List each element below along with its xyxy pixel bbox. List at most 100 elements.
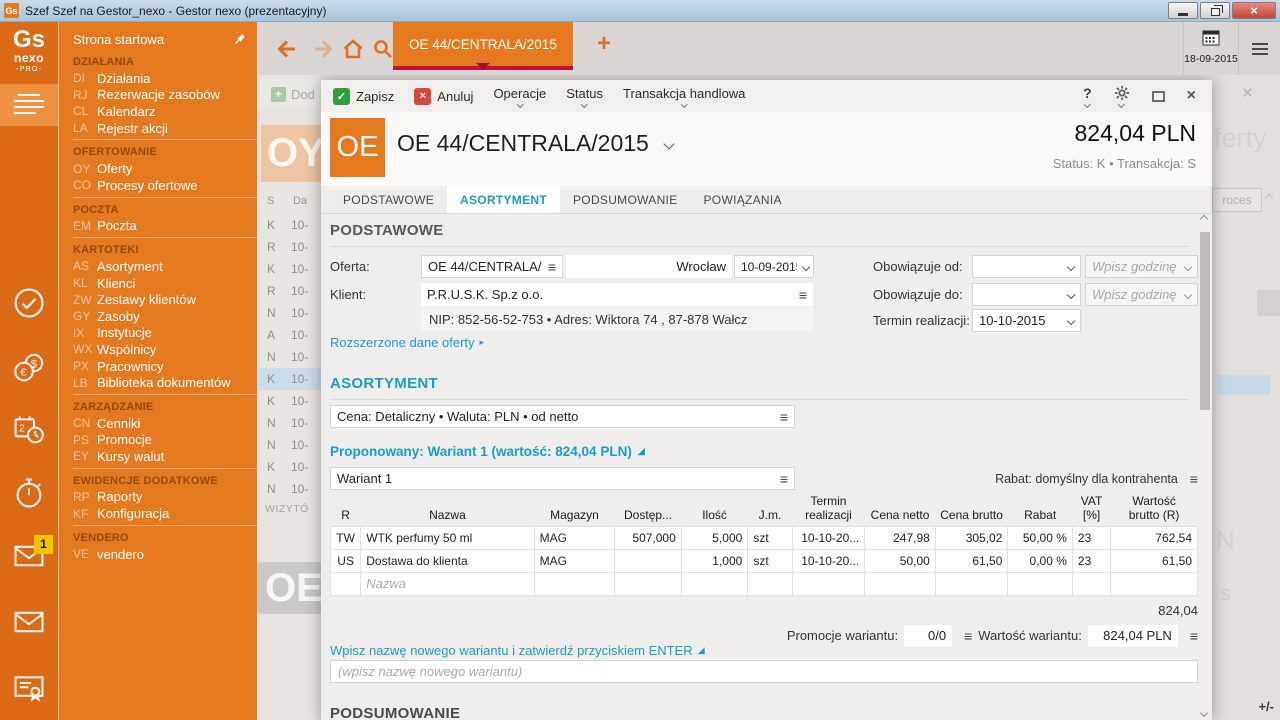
scroll-up-icon[interactable] <box>1200 215 1208 223</box>
tab-asortyment[interactable]: ASORTYMENT <box>447 186 560 213</box>
field-menu-icon[interactable]: ≡ <box>799 287 807 303</box>
deadline-select[interactable]: 10-10-2015 <box>972 309 1081 332</box>
operations-menu[interactable]: Operacje <box>493 86 546 107</box>
cell[interactable]: MAG <box>534 526 615 549</box>
scroll-down-icon[interactable] <box>1200 709 1208 717</box>
sidebar-item-poczta[interactable]: EMPoczta <box>59 218 257 235</box>
cell[interactable]: 762,54 <box>1111 526 1198 549</box>
offer-number-field[interactable]: OE 44/CENTRALA/2015 ≡ <box>421 255 563 278</box>
cell[interactable]: 61,50 <box>1111 549 1198 572</box>
tab-podsumowanie[interactable]: PODSUMOWANIE <box>560 186 691 213</box>
plus-minus-control[interactable]: +/- <box>1258 699 1274 714</box>
column-header[interactable]: R <box>331 494 361 526</box>
column-header[interactable]: J.m. <box>748 494 792 526</box>
valid-to-hour-select[interactable]: Wpisz godzinę <box>1085 283 1198 306</box>
app-menu-icon[interactable] <box>1252 43 1268 58</box>
cell[interactable]: 305,02 <box>935 526 1008 549</box>
tab-powiazania[interactable]: POWIĄZANIA <box>691 186 795 213</box>
cell[interactable] <box>748 572 792 595</box>
cell[interactable]: 5,000 <box>681 526 748 549</box>
sidebar-item-zasoby[interactable]: GYZasoby <box>59 308 257 325</box>
currency-coins-icon[interactable]: $€ <box>12 351 46 385</box>
field-menu-icon[interactable]: ≡ <box>548 259 556 275</box>
sidebar-item-dzialania[interactable]: DIDziałania <box>59 70 257 87</box>
tab-oe-44-centrala-2015[interactable]: OE 44/CENTRALA/2015 <box>393 22 573 70</box>
dialog-scrollbar[interactable] <box>1199 216 1211 718</box>
date-widget[interactable]: 18-09-2015 <box>1183 22 1239 75</box>
sidebar-item-instytucje[interactable]: IXInstytucje <box>59 325 257 342</box>
status-menu[interactable]: Status <box>566 86 603 107</box>
cell[interactable] <box>1008 572 1073 595</box>
cell[interactable] <box>615 549 682 572</box>
cell[interactable] <box>935 572 1008 595</box>
certificate-icon[interactable] <box>12 671 46 705</box>
column-header[interactable]: Cena netto <box>865 494 936 526</box>
menu-toggle-button[interactable] <box>0 84 58 126</box>
cancel-button[interactable]: × Anuluj <box>414 88 473 105</box>
cell[interactable]: szt <box>748 549 792 572</box>
cell[interactable]: 23 <box>1072 549 1110 572</box>
new-tab-button[interactable]: + <box>597 30 611 58</box>
search-icon[interactable] <box>371 37 395 61</box>
valid-to-select[interactable] <box>972 283 1081 306</box>
field-menu-icon[interactable]: ≡ <box>1190 471 1198 487</box>
table-row[interactable]: US Dostawa do klienta MAG 1,000 szt 10-1… <box>331 549 1198 572</box>
new-variant-hint-link[interactable]: Wpisz nazwę nowego wariantu i zatwierdź … <box>330 643 705 658</box>
sidebar-item-rejestr-akcji[interactable]: LARejestr akcji <box>59 120 257 137</box>
valid-from-select[interactable] <box>972 255 1081 278</box>
sidebar-item-promocje[interactable]: PSPromocje <box>59 432 257 449</box>
sidebar-item-strona-startowa[interactable]: Strona startowa <box>59 28 257 50</box>
cell[interactable]: TW <box>331 526 361 549</box>
cell[interactable]: szt <box>748 526 792 549</box>
column-header[interactable]: Nazwa <box>361 494 534 526</box>
mail-icon[interactable] <box>12 605 46 639</box>
column-header[interactable]: Cena brutto <box>935 494 1008 526</box>
cell[interactable]: 10-10-20... <box>792 526 865 549</box>
cell[interactable]: WTK perfumy 50 ml <box>361 526 534 549</box>
sidebar-item-cenniki[interactable]: CNCenniki <box>59 415 257 432</box>
help-button[interactable]: ? <box>1083 85 1092 107</box>
column-header[interactable]: Dostęp... <box>615 494 682 526</box>
table-row-new[interactable]: Nazwa <box>331 572 1198 595</box>
cell[interactable] <box>534 572 615 595</box>
field-menu-icon[interactable]: ≡ <box>780 409 788 425</box>
cell[interactable] <box>1111 572 1198 595</box>
save-button[interactable]: ✓ Zapisz <box>333 88 394 105</box>
cell[interactable] <box>792 572 865 595</box>
cell[interactable]: 0,00 % <box>1008 549 1073 572</box>
sidebar-item-asortyment[interactable]: ASAsortyment <box>59 258 257 275</box>
sidebar-item-raporty[interactable]: RPRaporty <box>59 489 257 506</box>
sidebar-item-oferty[interactable]: OYOferty <box>59 160 257 177</box>
back-button[interactable] <box>275 37 299 61</box>
sidebar-item-vendero[interactable]: VEvendero <box>59 546 257 563</box>
settings-button[interactable] <box>1114 85 1130 107</box>
cell[interactable]: MAG <box>534 549 615 572</box>
sidebar-item-zestawy-klientow[interactable]: ZWZestawy klientów <box>59 291 257 308</box>
column-header[interactable]: Magazyn <box>534 494 615 526</box>
discount-info[interactable]: Rabat: domyślny dla kontrahenta ≡ <box>995 471 1198 487</box>
variant-value[interactable]: 824,04 PLN <box>1088 625 1178 647</box>
promotions-value[interactable]: 0/0 <box>904 625 952 647</box>
field-menu-icon[interactable]: ≡ <box>964 628 972 644</box>
cell[interactable]: 507,000 <box>615 526 682 549</box>
minimize-button[interactable] <box>1168 2 1198 19</box>
cell[interactable] <box>865 572 936 595</box>
offer-date-select[interactable]: 10-09-2015 <box>734 255 814 278</box>
cell[interactable]: 1,000 <box>681 549 748 572</box>
cell[interactable]: 61,50 <box>935 549 1008 572</box>
sidebar-item-pracownicy[interactable]: PXPracownicy <box>59 358 257 375</box>
cell[interactable] <box>331 572 361 595</box>
valid-from-hour-select[interactable]: Wpisz godzinę <box>1085 255 1198 278</box>
cell[interactable] <box>681 572 748 595</box>
offer-city-field[interactable]: Wrocław <box>566 255 732 278</box>
cell[interactable]: Dostawa do klienta <box>361 549 534 572</box>
pin-icon[interactable] <box>232 32 247 47</box>
sidebar-item-klienci[interactable]: KLKlienci <box>59 275 257 292</box>
column-header[interactable]: Rabat <box>1008 494 1073 526</box>
cell[interactable]: 50,00 % <box>1008 526 1073 549</box>
variant-name-field[interactable]: Wariant 1 ≡ <box>330 467 795 490</box>
new-variant-input[interactable] <box>330 660 1198 683</box>
price-settings-bar[interactable]: Cena: Detaliczny • Waluta: PLN • od nett… <box>330 405 795 428</box>
trade-transaction-menu[interactable]: Transakcja handlowa <box>623 86 745 107</box>
cell[interactable] <box>1072 572 1110 595</box>
